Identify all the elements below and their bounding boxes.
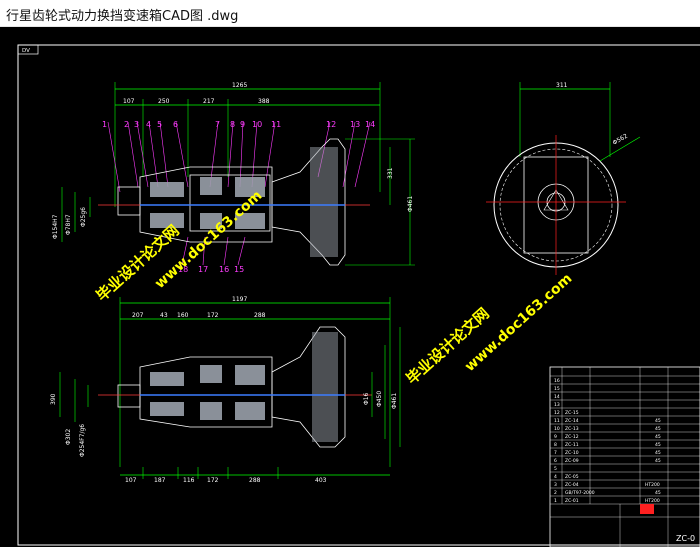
bottom-chain-dim-1: 107 [125,477,137,484]
tb-part-1: ZC-15 [565,410,579,416]
bottom-seg-dim-5: 288 [254,312,266,319]
side-view: 311 Φ562 [486,82,641,275]
tb-rownum-9: 8 [554,442,557,448]
top-part-14: 14 [365,120,375,129]
tb-mat-3: 45 [655,434,661,440]
bottom-seg-dim-2: 43 [160,312,168,319]
tb-part-9: ZC-04 [565,482,579,488]
top-part-3: 3 [134,120,139,129]
tb-mat-2: 45 [655,426,661,432]
bottom-height-dim: 390 [50,393,57,405]
tb-mat-5: 45 [655,450,661,456]
top-part-1: 1 [102,120,107,129]
cad-canvas[interactable]: DV 1265 107 250 217 388 1 2 3 4 5 6 7 8 … [0,27,700,547]
top-seg-dim-4: 388 [258,98,270,105]
tb-rownum-6: 11 [554,418,560,424]
tb-rownum-5: 12 [554,410,560,416]
tb-rownum-8: 9 [554,434,557,440]
top-part-10: 10 [252,120,262,129]
bottom-chain-dim-2: 187 [154,477,166,484]
top-part-5: 5 [157,120,162,129]
bottom-diam-right-1: Φ450 [376,391,383,407]
top-part-15: 15 [234,265,244,274]
watermark-cn-2: 毕业设计论文网 [403,304,493,388]
tb-part-6: ZC-10 [565,450,579,456]
tb-part-7: ZC-09 [565,458,579,464]
tb-mat-9: HT200 [645,498,660,504]
tb-part-4: ZC-12 [565,434,579,440]
tb-rownum-11: 6 [554,458,557,464]
tb-part-10: GB/T97-2000 [565,490,595,496]
bottom-view: 1197 207 43 160 172 288 107 187 116 172 … [50,296,401,484]
tb-rownum-12: 5 [554,466,557,472]
top-diam-left-3: Φ25g6 [80,207,87,227]
top-view: 1265 107 250 217 388 1 2 3 4 5 6 7 8 9 1… [52,82,415,274]
window-title: 行星齿轮式动力换挡变速箱CAD图 .dwg [6,9,239,24]
tb-rownum-3: 14 [554,394,560,400]
top-part-17: 17 [198,265,208,274]
tb-part-5: ZC-11 [565,442,579,448]
tb-rownum-10: 7 [554,450,557,456]
top-part-4: 4 [146,120,151,129]
top-part-7: 7 [215,120,220,129]
top-diam-right: Φ461 [407,196,414,212]
watermark-cn-1: 毕业设计论文网 [93,221,183,305]
top-seg-dim-1: 107 [123,98,135,105]
top-part-16: 16 [219,265,229,274]
top-height-dim: 331 [387,167,394,179]
top-part-8: 8 [230,120,235,129]
top-diam-left-2: Φ78H7 [65,214,72,235]
tb-part-8: ZC-05 [565,474,579,480]
bottom-chain-dim-5: 288 [249,477,261,484]
top-diam-left-1: Φ154H7 [52,214,59,239]
bottom-chain-dim-4: 172 [207,477,219,484]
top-part-12: 12 [326,120,336,129]
tb-rownum-16: 1 [554,498,557,504]
bottom-overall-dim: 1197 [232,296,247,303]
top-part-6: 6 [173,120,178,129]
cad-drawing: DV 1265 107 250 217 388 1 2 3 4 5 6 7 8 … [17,44,700,547]
title-block: 16 15 14 13 12 11 10 9 8 7 6 5 4 3 2 1 Z… [549,366,700,547]
top-overall-dim: 1265 [232,82,247,89]
layer-tag: DV [22,48,30,54]
tb-rownum-7: 10 [554,426,560,432]
bottom-diam-right-2: Φ461 [391,393,398,409]
tb-mat-1: 45 [655,418,661,424]
side-width-dim: 311 [556,82,568,89]
bottom-seg-dim-4: 172 [207,312,219,319]
tb-rownum-14: 3 [554,482,557,488]
tb-rownum-13: 4 [554,474,557,480]
top-part-13: 13 [350,120,360,129]
top-seg-dim-3: 217 [203,98,215,105]
tb-part-2: ZC-14 [565,418,579,424]
bottom-diam-left-2: Φ254F7/g6 [79,424,86,457]
tb-rownum-15: 2 [554,490,557,496]
bottom-seg-dim-1: 207 [132,312,144,319]
bottom-chain-dim-3: 116 [183,477,195,484]
bottom-diam-left-1: Φ302 [65,429,72,445]
tb-mat-8: 45 [655,490,661,496]
tb-rownum-2: 15 [554,386,560,392]
bottom-diam-small: Φ16 [363,392,370,405]
tb-mat-4: 45 [655,442,661,448]
tb-drawing-no: ZC-0 [676,534,695,543]
tb-mat-7: HT200 [645,482,660,488]
tb-mat-6: 45 [655,458,661,464]
top-part-9: 9 [240,120,245,129]
top-seg-dim-2: 250 [158,98,170,105]
window-titlebar: 行星齿轮式动力换挡变速箱CAD图 .dwg [0,0,700,27]
tb-part-3: ZC-13 [565,426,579,432]
top-part-2: 2 [124,120,129,129]
bottom-chain-dim-6: 403 [315,477,327,484]
tb-rownum-4: 13 [554,402,560,408]
tb-rownum-1: 16 [554,378,560,384]
tb-part-11: ZC-01 [565,498,579,504]
top-part-11: 11 [271,120,281,129]
side-diam: Φ562 [612,132,630,146]
bottom-seg-dim-3: 160 [177,312,189,319]
